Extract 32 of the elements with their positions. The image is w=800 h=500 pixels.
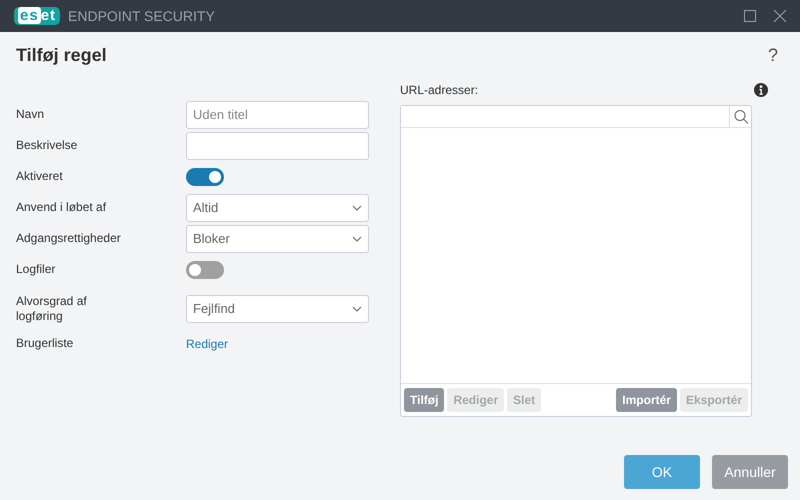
- field-label: Aktiveret: [16, 169, 64, 184]
- dialog-title: Tilføj regel: [16, 44, 107, 67]
- list-button[interactable]: Tilføj: [404, 388, 444, 412]
- help-button[interactable]: ?: [768, 42, 778, 69]
- field-label: Navn: [16, 107, 46, 122]
- chevron-icon[interactable]: [352, 204, 362, 210]
- text-field[interactable]: Uden titel: [186, 100, 369, 128]
- product-name: ENDPOINT SECURITY: [68, 6, 215, 26]
- list-button[interactable]: Importér: [616, 388, 677, 412]
- text-field[interactable]: [186, 132, 369, 160]
- maximize-icon[interactable]: [744, 10, 756, 22]
- field-label: Alvorsgrad af logføring: [16, 294, 88, 324]
- dropdown[interactable]: Altid: [186, 194, 369, 222]
- chevron-icon[interactable]: [352, 306, 362, 312]
- field-label: Logfiler: [16, 262, 56, 277]
- list-label: URL-adresser:: [400, 82, 478, 99]
- toggle-switch[interactable]: [186, 260, 224, 278]
- info-icon[interactable]: [754, 83, 768, 97]
- field-label: Adgangsrettigheder: [16, 231, 122, 246]
- dropdown[interactable]: Fejlfind: [186, 294, 369, 322]
- search-icon[interactable]: [729, 106, 751, 128]
- logo: eset: [14, 7, 60, 25]
- edit-link[interactable]: Rediger: [186, 334, 228, 352]
- cancel-button[interactable]: Annuller: [712, 455, 788, 489]
- ok-button[interactable]: OK: [624, 455, 700, 489]
- toggle-switch[interactable]: [186, 168, 224, 186]
- dropdown[interactable]: Bloker: [186, 224, 369, 252]
- field-label: Brugerliste: [16, 336, 74, 351]
- chevron-icon[interactable]: [352, 236, 362, 242]
- field-label: Anvend i løbet af: [16, 200, 108, 215]
- close-icon[interactable]: [774, 10, 786, 22]
- field-label: Beskrivelse: [16, 138, 78, 153]
